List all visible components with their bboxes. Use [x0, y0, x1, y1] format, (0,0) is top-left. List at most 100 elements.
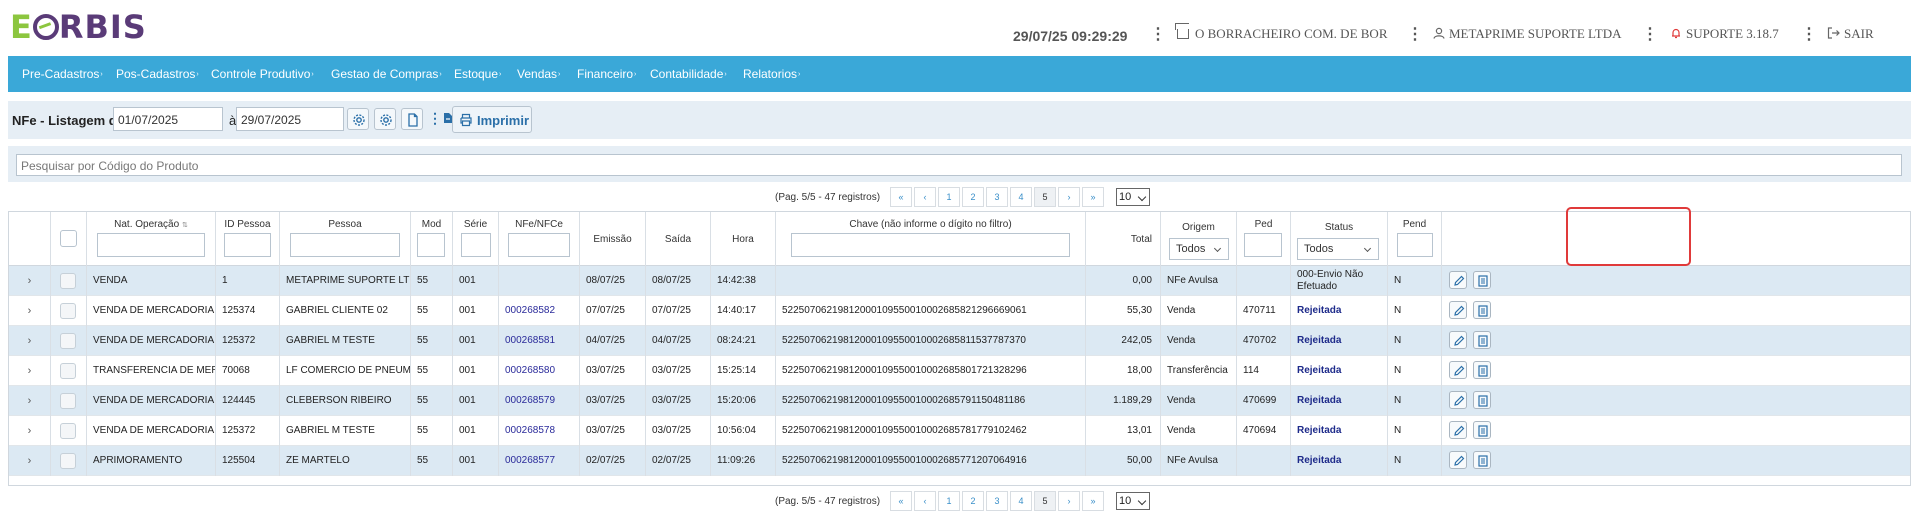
- row-checkbox[interactable]: [60, 393, 76, 409]
- filter-nfe[interactable]: [508, 233, 570, 257]
- edit-button[interactable]: [1449, 451, 1467, 469]
- sort-icon[interactable]: ⇅: [182, 222, 188, 229]
- filter-pend[interactable]: [1397, 233, 1433, 257]
- row-checkbox[interactable]: [60, 273, 76, 289]
- expand-toggle[interactable]: ›: [9, 296, 51, 326]
- menu-pos-cadastros[interactable]: Pos-Cadastros›: [116, 67, 199, 81]
- table-row[interactable]: › TRANSFERENCIA DE MERCAD...70068LF COMER…: [9, 356, 1910, 386]
- filter-pessoa[interactable]: [290, 233, 400, 257]
- date-from-input[interactable]: 01/07/2025: [113, 107, 223, 131]
- expand-toggle[interactable]: ›: [9, 356, 51, 386]
- filter-id-pessoa[interactable]: [224, 233, 271, 257]
- pager-prev-button[interactable]: ‹: [914, 491, 936, 511]
- expand-toggle[interactable]: ›: [9, 446, 51, 476]
- pager-page-5[interactable]: 5: [1034, 187, 1056, 207]
- menu-vendas[interactable]: Vendas›: [517, 67, 560, 81]
- more-vert-icon[interactable]: ⋮: [1642, 24, 1658, 44]
- view-document-button[interactable]: [1473, 301, 1491, 319]
- select-all-checkbox[interactable]: [60, 230, 77, 247]
- pager-last-button[interactable]: »: [1082, 491, 1104, 511]
- filter-settings-button[interactable]: [374, 108, 396, 130]
- pager-page-3[interactable]: 3: [986, 187, 1008, 207]
- pager-first-button[interactable]: «: [890, 491, 912, 511]
- menu-controle-produtivo[interactable]: Controle Produtivo›: [211, 67, 314, 81]
- row-checkbox[interactable]: [60, 453, 76, 469]
- view-document-button[interactable]: [1473, 331, 1491, 349]
- cell-nfe-link[interactable]: [499, 266, 580, 296]
- pager-page-2[interactable]: 2: [962, 187, 984, 207]
- filter-origem-select[interactable]: Todos: [1169, 238, 1229, 260]
- row-checkbox[interactable]: [60, 363, 76, 379]
- pager-next-button[interactable]: ›: [1058, 187, 1080, 207]
- pager-page-5[interactable]: 5: [1034, 491, 1056, 511]
- menu-estoque[interactable]: Estoque›: [454, 67, 501, 81]
- edit-button[interactable]: [1449, 391, 1467, 409]
- filter-chave[interactable]: [791, 233, 1070, 257]
- table-row[interactable]: › VENDA DE MERCADORIA 125372 GABRIEL M TEST…: [9, 416, 1910, 446]
- pager-next-button[interactable]: ›: [1058, 491, 1080, 511]
- cell-nfe-link[interactable]: 000268581: [499, 326, 580, 356]
- row-checkbox[interactable]: [60, 303, 76, 319]
- cell-nfe-link[interactable]: 000268579: [499, 386, 580, 416]
- view-document-button[interactable]: [1473, 421, 1491, 439]
- pager-last-button[interactable]: »: [1082, 187, 1104, 207]
- edit-button[interactable]: [1449, 421, 1467, 439]
- cell-nfe-link[interactable]: 000268580: [499, 356, 580, 386]
- company-selector[interactable]: O BORRACHEIRO COM. DE BOR: [1177, 26, 1388, 42]
- settings-button[interactable]: [347, 108, 369, 130]
- more-vert-icon[interactable]: ⋮: [1801, 24, 1817, 44]
- menu-financeiro[interactable]: Financeiro›: [577, 67, 636, 81]
- pager-page-2[interactable]: 2: [962, 491, 984, 511]
- view-document-button[interactable]: [1473, 361, 1491, 379]
- table-row[interactable]: › VENDA 1 METAPRIME SUPORTE LTDA 55 001 08/07/…: [9, 266, 1910, 296]
- cell-nfe-link[interactable]: 000268582: [499, 296, 580, 326]
- pager-first-button[interactable]: «: [890, 187, 912, 207]
- expand-toggle[interactable]: ›: [9, 416, 51, 446]
- menu-contabilidade[interactable]: Contabilidade›: [650, 67, 727, 81]
- more-vert-icon[interactable]: ⋮: [1150, 24, 1166, 44]
- expand-toggle[interactable]: ›: [9, 386, 51, 416]
- app-logo[interactable]: E RBIS: [10, 8, 147, 46]
- filter-nat-operacao[interactable]: [97, 233, 205, 257]
- edit-button[interactable]: [1449, 301, 1467, 319]
- pager-page-1[interactable]: 1: [938, 491, 960, 511]
- table-row[interactable]: › VENDA DE MERCADORIA 125372 GABRIEL M TEST…: [9, 326, 1910, 356]
- edit-button[interactable]: [1449, 361, 1467, 379]
- filter-mod[interactable]: [417, 233, 445, 257]
- cell-nfe-link[interactable]: 000268578: [499, 416, 580, 446]
- menu-pre-cadastros[interactable]: Pre-Cadastros›: [22, 67, 103, 81]
- filter-ped[interactable]: [1244, 233, 1282, 257]
- view-document-button[interactable]: [1473, 391, 1491, 409]
- menu-gestao-de-compras[interactable]: Gestao de Compras›: [331, 67, 442, 81]
- menu-relatorios[interactable]: Relatorios›: [743, 67, 800, 81]
- print-button[interactable]: Imprimir: [452, 106, 532, 133]
- pager-page-1[interactable]: 1: [938, 187, 960, 207]
- more-vert-icon[interactable]: ⋮: [1407, 24, 1423, 44]
- pager-prev-button[interactable]: ‹: [914, 187, 936, 207]
- header-nat-operacao[interactable]: Nat. Operação ⇅: [87, 212, 216, 266]
- pager-page-4[interactable]: 4: [1010, 187, 1032, 207]
- page-size-select[interactable]: 10: [1116, 492, 1150, 510]
- table-row[interactable]: › VENDA DE MERCADORIA 125374 GABRIEL CLIENT…: [9, 296, 1910, 326]
- edit-button[interactable]: [1449, 331, 1467, 349]
- pager-page-4[interactable]: 4: [1010, 491, 1032, 511]
- search-input[interactable]: Pesquisar por Código do Produto: [16, 154, 1902, 176]
- view-document-button[interactable]: [1473, 451, 1491, 469]
- table-row[interactable]: › APRIMORAMENTO 125504 ZE MARTELO 55 001 00026…: [9, 446, 1910, 476]
- filter-serie[interactable]: [461, 233, 491, 257]
- row-checkbox[interactable]: [60, 423, 76, 439]
- document-button[interactable]: [401, 108, 423, 130]
- logout-button[interactable]: SAIR: [1827, 26, 1874, 42]
- page-size-select[interactable]: 10: [1116, 188, 1150, 206]
- pager-page-3[interactable]: 3: [986, 491, 1008, 511]
- table-row[interactable]: › VENDA DE MERCADORIA 124445 CLEBERSON RIBE…: [9, 386, 1910, 416]
- filter-status-select[interactable]: Todos: [1297, 238, 1379, 260]
- row-checkbox[interactable]: [60, 333, 76, 349]
- user-menu[interactable]: METAPRIME SUPORTE LTDA: [1433, 26, 1622, 42]
- expand-toggle[interactable]: ›: [9, 326, 51, 356]
- edit-button[interactable]: [1449, 271, 1467, 289]
- version-notifications[interactable]: SUPORTE 3.18.7: [1670, 26, 1779, 42]
- cell-nfe-link[interactable]: 000268577: [499, 446, 580, 476]
- expand-toggle[interactable]: ›: [9, 266, 51, 296]
- view-document-button[interactable]: [1473, 271, 1491, 289]
